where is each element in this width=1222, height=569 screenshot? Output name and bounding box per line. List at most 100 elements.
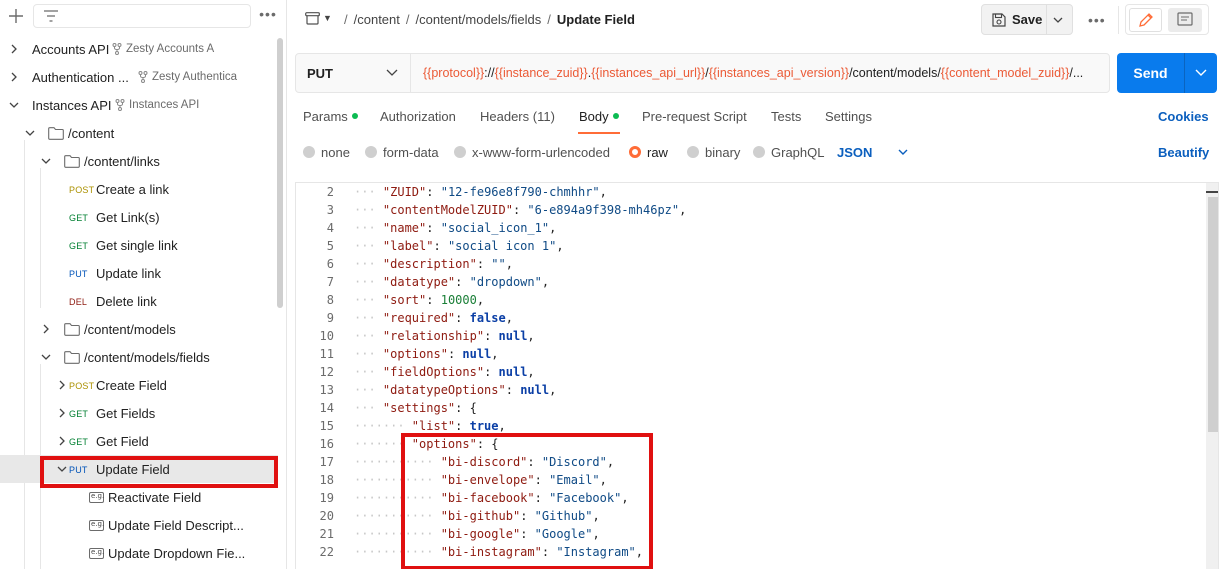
documentation-mode-button[interactable] <box>1168 8 1202 32</box>
chevron-right-icon[interactable] <box>8 71 20 83</box>
request-type-caret-icon[interactable]: ▼ <box>323 13 332 23</box>
radio-button[interactable] <box>454 146 466 158</box>
sidebar-item-update-link[interactable]: PUT Update link <box>0 259 278 287</box>
page-title[interactable]: Update Field <box>557 12 635 27</box>
json-punct: , <box>527 329 535 343</box>
body-type-binary[interactable]: binary <box>687 145 740 160</box>
sidebar-item-update-dropdown-fie[interactable]: Update Dropdown Fie... <box>0 539 278 567</box>
chevron-right-icon[interactable] <box>56 379 68 391</box>
line-number: 15 <box>319 419 334 433</box>
tab-body[interactable]: Body <box>579 109 619 124</box>
more-options-icon[interactable]: ••• <box>1088 12 1106 28</box>
indent-guide: ··· <box>354 365 383 379</box>
code-line: ··· "label": "social icon 1", <box>354 239 564 253</box>
sidebar-item-instances-api[interactable]: Instances API Instances API <box>0 91 278 119</box>
sidebar-item-create-a-link[interactable]: POST Create a link <box>0 175 278 203</box>
filter-icon <box>44 10 58 22</box>
radio-button[interactable] <box>629 146 641 158</box>
chevron-down-icon[interactable] <box>24 127 36 139</box>
radio-label: none <box>321 145 350 160</box>
example-icon <box>89 520 104 531</box>
breadcrumb-separator: / <box>344 12 348 27</box>
radio-button[interactable] <box>753 146 765 158</box>
radio-button[interactable] <box>687 146 699 158</box>
chevron-down-icon[interactable] <box>8 99 20 111</box>
tab-settings[interactable]: Settings <box>825 109 872 124</box>
sidebar-item-accounts-api[interactable]: Accounts API Zesty Accounts A <box>0 35 278 63</box>
json-colon: : <box>455 419 470 433</box>
editor-scroll-up[interactable] <box>1206 191 1218 193</box>
chevron-right-icon[interactable] <box>8 43 20 55</box>
send-button[interactable]: Send <box>1117 53 1184 93</box>
sidebar-item-create-field[interactable]: POST Create Field <box>0 371 278 399</box>
breadcrumb-item-content[interactable]: /content <box>354 12 400 27</box>
tab-headers-11[interactable]: Headers (11) <box>480 109 555 124</box>
sidebar-item-content[interactable]: /content <box>0 119 278 147</box>
indent-guide: ··· <box>354 329 383 343</box>
body-type-graphql[interactable]: GraphQL <box>753 145 824 160</box>
active-tab-indicator <box>578 132 620 134</box>
chevron-down-icon[interactable] <box>1195 69 1207 77</box>
sidebar-item-content-links[interactable]: /content/links <box>0 147 278 175</box>
json-colon: : <box>426 221 441 235</box>
body-editor[interactable]: 2 3 4 5 6 7 8 9 10 11 12 13 14 15 16 17 18 19 20 21 22 ··· "… <box>295 182 1219 569</box>
line-number: 17 <box>319 455 334 469</box>
chevron-down-icon[interactable] <box>898 149 908 156</box>
http-request-icon[interactable] <box>305 12 320 25</box>
editor-scrollbar[interactable] <box>1208 197 1218 432</box>
chevron-right-icon[interactable] <box>40 323 52 335</box>
url-input[interactable]: {{protocol}}://{{instance_zuid}}.{{insta… <box>423 66 1103 80</box>
sidebar-item-get-single-link[interactable]: GET Get single link <box>0 231 278 259</box>
sidebar-item-label: Reactivate Field <box>108 490 202 505</box>
tab-authorization[interactable]: Authorization <box>380 109 456 124</box>
json-colon: : <box>447 347 463 361</box>
chevron-down-icon[interactable] <box>1052 15 1064 25</box>
plus-icon[interactable] <box>6 6 26 26</box>
send-button-group: Send <box>1117 53 1217 93</box>
tab-params[interactable]: Params <box>303 109 358 124</box>
chevron-right-icon[interactable] <box>56 407 68 419</box>
sidebar-more-icon[interactable]: ••• <box>256 6 280 26</box>
chevron-right-icon[interactable] <box>56 435 68 447</box>
sidebar-item-get-link-s[interactable]: GET Get Link(s) <box>0 203 278 231</box>
breadcrumb-item-fields[interactable]: /content/models/fields <box>416 12 542 27</box>
json-key: "required" <box>382 311 456 325</box>
chevron-down-icon[interactable] <box>40 155 52 167</box>
radio-button[interactable] <box>303 146 315 158</box>
code-line: ··· "required": false, <box>354 311 513 325</box>
line-number: 8 <box>326 293 334 307</box>
edit-mode-button[interactable] <box>1129 8 1162 32</box>
line-number: 4 <box>326 221 334 235</box>
sidebar-item-authentication[interactable]: Authentication ... Zesty Authentica <box>0 63 278 91</box>
sidebar-item-get-fields[interactable]: GET Get Fields <box>0 399 278 427</box>
sidebar-item-update-field-descript[interactable]: Update Field Descript... <box>0 511 278 539</box>
chevron-down-icon[interactable] <box>40 351 52 363</box>
sidebar-toolbar: ••• <box>0 0 286 32</box>
body-type-raw[interactable]: raw <box>629 145 668 160</box>
json-key: "options" <box>382 347 448 361</box>
sidebar-item-content-models-fields[interactable]: /content/models/fields <box>0 343 278 371</box>
beautify-button[interactable]: Beautify <box>1158 145 1209 160</box>
json-key: "sort" <box>382 293 427 307</box>
body-type-x-www-form-urlencoded[interactable]: x-www-form-urlencoded <box>454 145 610 160</box>
search-input[interactable] <box>33 4 251 28</box>
body-format-select[interactable]: JSON <box>837 145 872 160</box>
json-value: null <box>498 365 528 379</box>
indent-guide: ··· <box>354 239 383 253</box>
body-type-none[interactable]: none <box>303 145 350 160</box>
json-colon: : <box>476 257 492 271</box>
sidebar-item-delete-link[interactable]: DEL Delete link <box>0 287 278 315</box>
sidebar-item-get-field[interactable]: GET Get Field <box>0 427 278 455</box>
method-select[interactable]: PUT <box>296 54 411 92</box>
sidebar-item-content-models[interactable]: /content/models <box>0 315 278 343</box>
radio-button[interactable] <box>365 146 377 158</box>
breadcrumb-separator: / <box>547 12 551 27</box>
line-number: 9 <box>326 311 334 325</box>
body-type-form-data[interactable]: form-data <box>365 145 439 160</box>
tab-tests[interactable]: Tests <box>771 109 801 124</box>
cookies-link[interactable]: Cookies <box>1158 109 1209 124</box>
code-line: ··· "contentModelZUID": "6-e894a9f398-mh… <box>354 203 686 217</box>
tab-pre-request-script[interactable]: Pre-request Script <box>642 109 747 124</box>
line-number: 14 <box>319 401 334 415</box>
save-button[interactable]: Save <box>982 5 1047 34</box>
